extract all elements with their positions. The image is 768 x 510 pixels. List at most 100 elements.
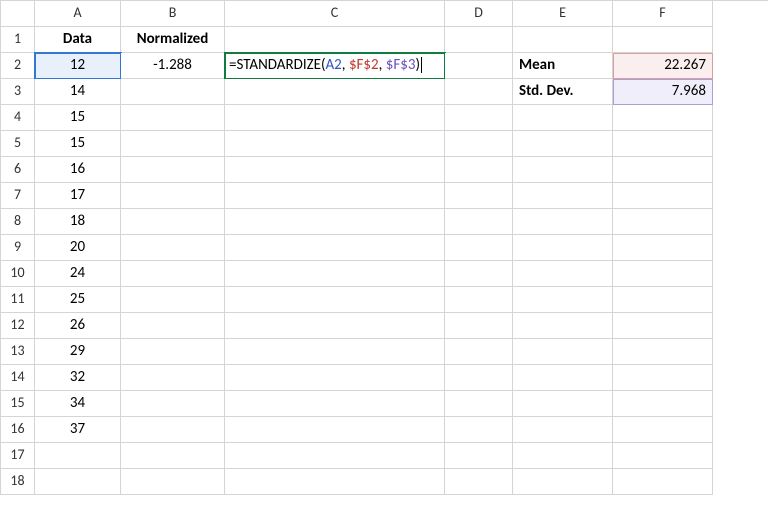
- cell-A11[interactable]: 25: [35, 287, 121, 313]
- column-header-B[interactable]: B: [121, 1, 225, 27]
- column-header-D[interactable]: D: [445, 1, 513, 27]
- cell-A3[interactable]: 14: [35, 79, 121, 105]
- cell-D7[interactable]: [445, 183, 513, 209]
- cell-C10[interactable]: [225, 261, 445, 287]
- cell-B14[interactable]: [121, 365, 225, 391]
- cell-F2[interactable]: 22.267: [613, 53, 713, 79]
- cell-C2-editing[interactable]: =STANDARDIZE(A2, $F$2, $F$3): [225, 53, 445, 79]
- cell-D16[interactable]: [445, 417, 513, 443]
- row-header-11[interactable]: 11: [1, 287, 35, 313]
- cell-E4[interactable]: [513, 105, 613, 131]
- row-header-7[interactable]: 7: [1, 183, 35, 209]
- cell-D17[interactable]: [445, 443, 513, 469]
- row-header-2[interactable]: 2: [1, 53, 35, 79]
- cell-C4[interactable]: [225, 105, 445, 131]
- cell-A4[interactable]: 15: [35, 105, 121, 131]
- cell-E16[interactable]: [513, 417, 613, 443]
- cell-C5[interactable]: [225, 131, 445, 157]
- cell-A13[interactable]: 29: [35, 339, 121, 365]
- cell-B5[interactable]: [121, 131, 225, 157]
- cell-B1[interactable]: Normalized: [121, 27, 225, 53]
- cell-B3[interactable]: [121, 79, 225, 105]
- cell-D8[interactable]: [445, 209, 513, 235]
- cell-F7[interactable]: [613, 183, 713, 209]
- cell-B2[interactable]: -1.288: [121, 53, 225, 79]
- row-header-9[interactable]: 9: [1, 235, 35, 261]
- cell-D12[interactable]: [445, 313, 513, 339]
- cell-B18[interactable]: [121, 469, 225, 495]
- cell-D13[interactable]: [445, 339, 513, 365]
- cell-E13[interactable]: [513, 339, 613, 365]
- cell-B7[interactable]: [121, 183, 225, 209]
- row-header-14[interactable]: 14: [1, 365, 35, 391]
- cell-B12[interactable]: [121, 313, 225, 339]
- row-header-6[interactable]: 6: [1, 157, 35, 183]
- cell-D9[interactable]: [445, 235, 513, 261]
- cell-F5[interactable]: [613, 131, 713, 157]
- column-header-A[interactable]: A: [35, 1, 121, 27]
- cell-D2[interactable]: [445, 53, 513, 79]
- row-header-16[interactable]: 16: [1, 417, 35, 443]
- cell-E5[interactable]: [513, 131, 613, 157]
- cell-E8[interactable]: [513, 209, 613, 235]
- cell-F14[interactable]: [613, 365, 713, 391]
- cell-E17[interactable]: [513, 443, 613, 469]
- cell-B8[interactable]: [121, 209, 225, 235]
- cell-D10[interactable]: [445, 261, 513, 287]
- row-header-4[interactable]: 4: [1, 105, 35, 131]
- cell-E18[interactable]: [513, 469, 613, 495]
- formula-editor[interactable]: =STANDARDIZE(A2, $F$2, $F$3): [225, 53, 426, 77]
- cell-E15[interactable]: [513, 391, 613, 417]
- cell-F15[interactable]: [613, 391, 713, 417]
- cell-D4[interactable]: [445, 105, 513, 131]
- cell-E2[interactable]: Mean: [513, 53, 613, 79]
- cell-D6[interactable]: [445, 157, 513, 183]
- cell-B15[interactable]: [121, 391, 225, 417]
- cell-B4[interactable]: [121, 105, 225, 131]
- cell-A12[interactable]: 26: [35, 313, 121, 339]
- row-header-5[interactable]: 5: [1, 131, 35, 157]
- cell-B6[interactable]: [121, 157, 225, 183]
- cell-E10[interactable]: [513, 261, 613, 287]
- row-header-8[interactable]: 8: [1, 209, 35, 235]
- cell-F12[interactable]: [613, 313, 713, 339]
- row-header-10[interactable]: 10: [1, 261, 35, 287]
- cell-F13[interactable]: [613, 339, 713, 365]
- cell-E14[interactable]: [513, 365, 613, 391]
- cell-C3[interactable]: [225, 79, 445, 105]
- cell-A5[interactable]: 15: [35, 131, 121, 157]
- cell-F3[interactable]: 7.968: [613, 79, 713, 105]
- row-header-18[interactable]: 18: [1, 469, 35, 495]
- cell-F9[interactable]: [613, 235, 713, 261]
- cell-B16[interactable]: [121, 417, 225, 443]
- cell-A18[interactable]: [35, 469, 121, 495]
- spreadsheet-grid[interactable]: ABCDEF1DataNormalized212-1.288=STANDARDI…: [0, 0, 768, 495]
- column-header-E[interactable]: E: [513, 1, 613, 27]
- cell-A1[interactable]: Data: [35, 27, 121, 53]
- cell-C9[interactable]: [225, 235, 445, 261]
- row-header-17[interactable]: 17: [1, 443, 35, 469]
- row-header-1[interactable]: 1: [1, 27, 35, 53]
- cell-F16[interactable]: [613, 417, 713, 443]
- cell-C6[interactable]: [225, 157, 445, 183]
- cell-F8[interactable]: [613, 209, 713, 235]
- cell-E3[interactable]: Std. Dev.: [513, 79, 613, 105]
- cell-C15[interactable]: [225, 391, 445, 417]
- cell-C12[interactable]: [225, 313, 445, 339]
- cell-D14[interactable]: [445, 365, 513, 391]
- cell-D15[interactable]: [445, 391, 513, 417]
- cell-B17[interactable]: [121, 443, 225, 469]
- cell-F6[interactable]: [613, 157, 713, 183]
- cell-F17[interactable]: [613, 443, 713, 469]
- cell-D1[interactable]: [445, 27, 513, 53]
- cell-A14[interactable]: 32: [35, 365, 121, 391]
- cell-D18[interactable]: [445, 469, 513, 495]
- cell-C8[interactable]: [225, 209, 445, 235]
- row-header-15[interactable]: 15: [1, 391, 35, 417]
- cell-F4[interactable]: [613, 105, 713, 131]
- cell-A7[interactable]: 17: [35, 183, 121, 209]
- cell-B9[interactable]: [121, 235, 225, 261]
- cell-C1[interactable]: [225, 27, 445, 53]
- cell-A9[interactable]: 20: [35, 235, 121, 261]
- cell-E11[interactable]: [513, 287, 613, 313]
